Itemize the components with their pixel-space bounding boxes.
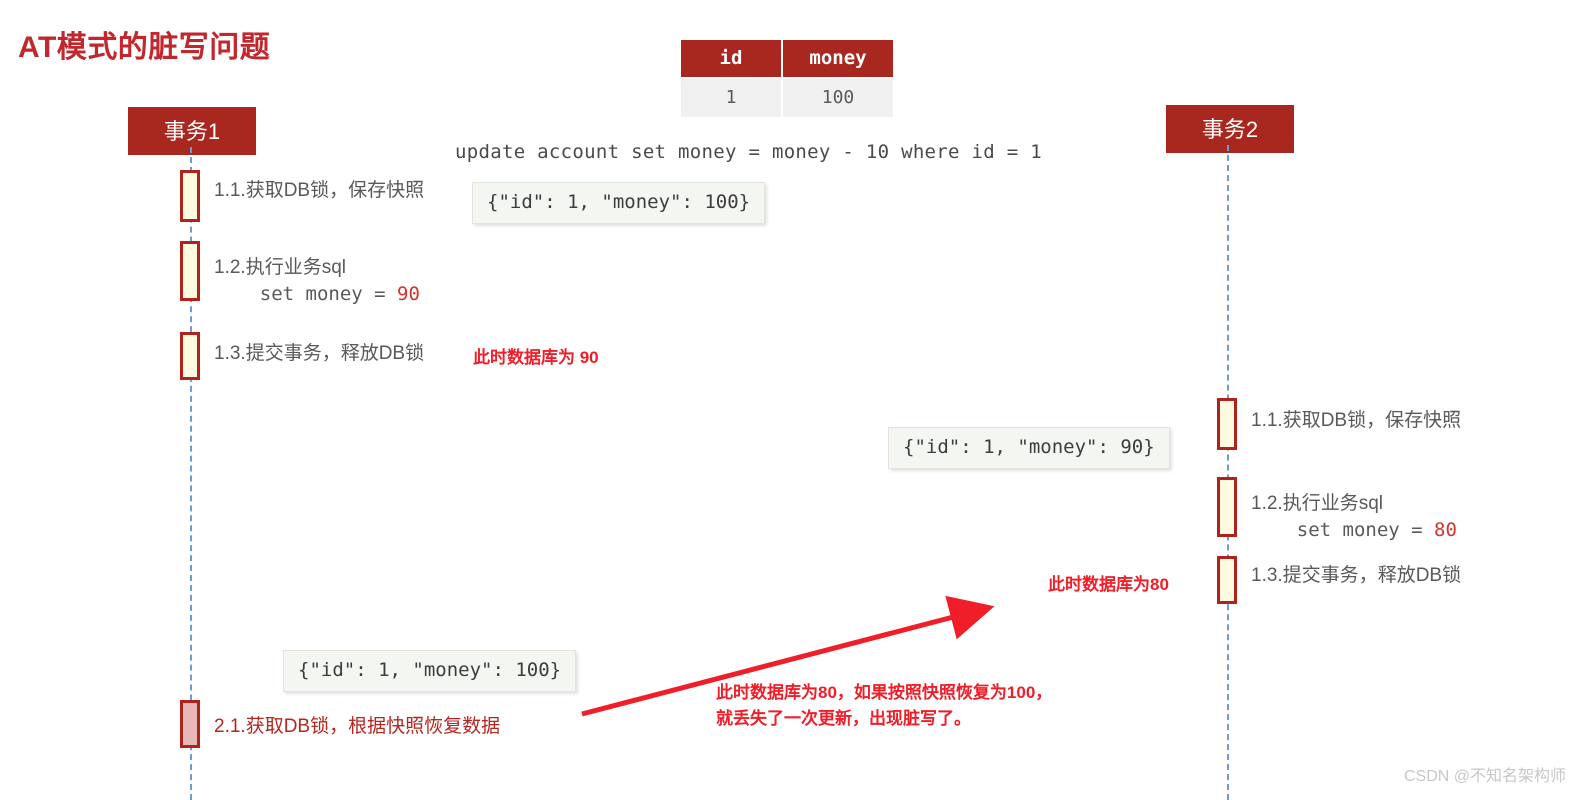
step-left-1-2-line2: set money =	[214, 283, 398, 305]
step-left-1-2-label: 1.2.执行业务sql set money = 90	[214, 255, 420, 308]
table-cell-id: 1	[679, 77, 783, 119]
step-left-1-1-label: 1.1.获取DB锁，保存快照	[214, 180, 425, 201]
table-header-money: money	[781, 38, 895, 79]
activation-left-1-3	[180, 332, 200, 380]
step-right-1-2-label: 1.2.执行业务sql set money = 80	[1251, 491, 1457, 544]
step-left-1-3-label: 1.3.提交事务，释放DB锁	[214, 343, 425, 364]
activation-left-1-1	[180, 170, 200, 222]
step-right-1-1-label: 1.1.获取DB锁，保存快照	[1251, 410, 1462, 431]
annotation-db-is-80: 此时数据库为80	[1048, 575, 1169, 594]
step-right-1-2-line2: set money =	[1251, 519, 1435, 541]
step-left-1-2-line1: 1.2.执行业务sql	[214, 257, 346, 278]
activation-right-1-1	[1217, 398, 1237, 450]
annotation-db-is-90: 此时数据库为 90	[473, 348, 599, 367]
activation-right-1-2	[1217, 477, 1237, 537]
csdn-watermark: CSDN @不知名架构师	[1403, 768, 1566, 785]
lifeline-transaction-2	[1227, 145, 1229, 800]
snapshot-box-bottom-100: {"id": 1, "money": 100}	[283, 650, 577, 692]
activation-left-2-1	[180, 700, 200, 748]
actor-transaction-2: 事务2	[1166, 105, 1294, 153]
activation-right-1-3	[1217, 556, 1237, 604]
annotation-dirty-write-line1: 此时数据库为80，如果按照快照恢复为100，	[716, 683, 1053, 702]
table-cell-money: 100	[781, 77, 895, 119]
step-right-1-2-value: 80	[1434, 519, 1457, 541]
step-left-1-2-value: 90	[397, 283, 420, 305]
step-right-1-2-line1: 1.2.执行业务sql	[1251, 493, 1383, 514]
diagram-canvas: AT模式的脏写问题 id money 1 100 update account …	[0, 0, 1588, 800]
snapshot-box-top-100: {"id": 1, "money": 100}	[472, 182, 766, 224]
table-header-id: id	[679, 38, 783, 79]
snapshot-box-mid-90: {"id": 1, "money": 90}	[888, 427, 1170, 469]
account-table: id money 1 100	[679, 38, 895, 119]
table-header-row: id money	[679, 38, 895, 79]
step-right-1-3-label: 1.3.提交事务，释放DB锁	[1251, 565, 1462, 586]
sql-statement: update account set money = money - 10 wh…	[455, 141, 1042, 163]
table-row: 1 100	[679, 77, 895, 119]
step-left-2-1-label: 2.1.获取DB锁，根据快照恢复数据	[214, 716, 501, 737]
annotation-dirty-write-line2: 就丢失了一次更新，出现脏写了。	[716, 709, 971, 728]
page-title: AT模式的脏写问题	[18, 31, 271, 64]
actor-transaction-1: 事务1	[128, 107, 256, 155]
activation-left-1-2	[180, 241, 200, 301]
